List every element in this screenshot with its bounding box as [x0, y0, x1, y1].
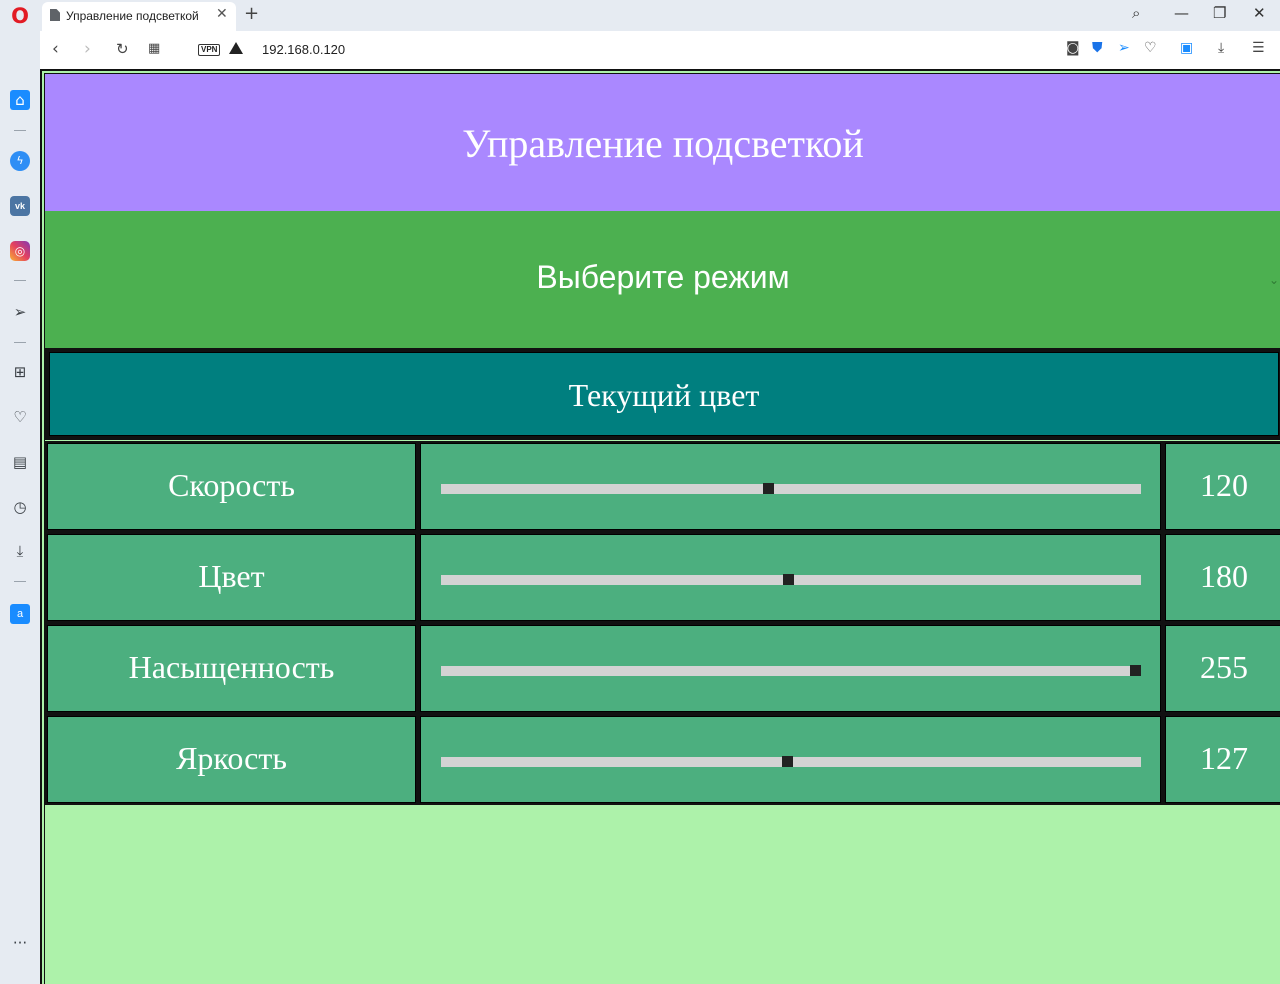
heart-icon[interactable]: ♡: [1144, 40, 1157, 56]
download-icon[interactable]: ⤓: [1218, 40, 1224, 56]
saturation-slider[interactable]: [441, 665, 1141, 676]
slider-thumb[interactable]: [783, 574, 794, 585]
mode-select[interactable]: Выберите режим ⌄: [45, 211, 1280, 348]
current-color-label: Текущий цвет: [49, 352, 1279, 436]
opera-logo-icon[interactable]: O: [9, 5, 31, 27]
slider-thumb[interactable]: [763, 483, 774, 494]
heart-icon[interactable]: ♡: [10, 407, 30, 427]
settings-icon[interactable]: ☰: [1252, 40, 1265, 56]
messenger-icon[interactable]: ϟ: [10, 151, 30, 171]
cell-slider: [418, 441, 1163, 532]
restore-icon[interactable]: ❐: [1213, 4, 1226, 22]
slider-value: 180: [1165, 534, 1280, 621]
page-body: Управление подсветкой Выберите режим ⌄ Т…: [44, 73, 1280, 984]
vpn-badge[interactable]: VPN: [198, 44, 221, 56]
slider-label: Яркость: [47, 716, 416, 803]
cell-slider: [418, 714, 1163, 805]
vk-icon[interactable]: vk: [10, 196, 30, 216]
sidebar-divider: [14, 130, 26, 131]
slider-row-brightness: Яркость 127: [45, 714, 1280, 805]
sidebar-divider: [14, 342, 26, 343]
tabs-grid-icon[interactable]: ▦: [148, 41, 160, 56]
search-icon[interactable]: ⌕: [1132, 4, 1140, 22]
cell-label: Скорость: [45, 441, 418, 532]
close-window-icon[interactable]: ✕: [1253, 4, 1266, 22]
sidebar-divider: [14, 581, 26, 582]
active-tab[interactable]: Управление подсветкой ✕: [42, 2, 236, 31]
page-icon: [50, 9, 60, 21]
send-icon[interactable]: ➢: [1118, 40, 1130, 56]
back-icon[interactable]: ‹: [52, 39, 59, 59]
slider-row-saturation: Насыщенность 255: [45, 623, 1280, 714]
warning-icon[interactable]: [229, 42, 243, 54]
chevron-down-icon[interactable]: ⌄: [1269, 274, 1279, 286]
more-icon[interactable]: ···: [10, 933, 30, 953]
cell-slider: [418, 623, 1163, 714]
page-title: Управление подсветкой: [45, 74, 1280, 211]
slider-row-speed: Скорость 120: [45, 441, 1280, 532]
tab-title: Управление подсветкой: [66, 9, 199, 23]
slider-label: Цвет: [47, 534, 416, 621]
slider-row-color: Цвет 180: [45, 532, 1280, 623]
color-slider[interactable]: [441, 574, 1141, 585]
cell-value: 255: [1163, 623, 1280, 714]
current-color-panel: Текущий цвет: [45, 348, 1280, 440]
cell-label: Яркость: [45, 714, 418, 805]
address-bar: ‹ › ↻ ▦ VPN 192.168.0.120 ◙ ⛊ ➢ ♡ ▣ ⤓ ☰: [40, 31, 1280, 69]
sidebar: ⌂ ϟ vk ◎ ➢ ⊞ ♡ ▤ ◷ ⤓ a ···: [0, 31, 40, 984]
sidebar-divider: [14, 280, 26, 281]
forward-icon[interactable]: ›: [84, 39, 91, 59]
speed-dial-icon[interactable]: ⊞: [10, 362, 30, 382]
tab-bar: O Управление подсветкой ✕ + ⌕ — ❐ ✕: [0, 0, 1280, 31]
minimize-icon[interactable]: —: [1174, 4, 1189, 22]
new-tab-icon[interactable]: +: [244, 3, 259, 24]
slider-thumb[interactable]: [1130, 665, 1141, 676]
downloads-icon[interactable]: ⤓: [10, 541, 30, 561]
slider-value: 120: [1165, 443, 1280, 530]
home-icon[interactable]: ⌂: [10, 90, 30, 110]
page-viewport: Управление подсветкой Выберите режим ⌄ Т…: [40, 69, 1280, 984]
translate-icon[interactable]: ▣: [1180, 40, 1193, 56]
cell-slider: [418, 532, 1163, 623]
history-icon[interactable]: ◷: [10, 497, 30, 517]
slider-value: 255: [1165, 625, 1280, 712]
cell-value: 120: [1163, 441, 1280, 532]
shield-icon[interactable]: ⛊: [1092, 40, 1103, 56]
url-field[interactable]: 192.168.0.120: [262, 42, 345, 57]
slider-value: 127: [1165, 716, 1280, 803]
cell-label: Насыщенность: [45, 623, 418, 714]
cell-label: Цвет: [45, 532, 418, 623]
brightness-slider[interactable]: [441, 756, 1141, 767]
slider-thumb[interactable]: [782, 756, 793, 767]
reload-icon[interactable]: ↻: [116, 40, 129, 58]
close-tab-icon[interactable]: ✕: [216, 6, 228, 22]
camera-icon[interactable]: ◙: [1066, 40, 1080, 56]
news-icon[interactable]: ▤: [10, 452, 30, 472]
translate-icon[interactable]: a: [10, 604, 30, 624]
slider-label: Скорость: [47, 443, 416, 530]
slider-label: Насыщенность: [47, 625, 416, 712]
speed-slider[interactable]: [441, 483, 1141, 494]
cell-value: 127: [1163, 714, 1280, 805]
mode-select-value: Выберите режим: [536, 259, 790, 295]
send-icon[interactable]: ➢: [10, 302, 30, 322]
instagram-icon[interactable]: ◎: [10, 241, 30, 261]
cell-value: 180: [1163, 532, 1280, 623]
